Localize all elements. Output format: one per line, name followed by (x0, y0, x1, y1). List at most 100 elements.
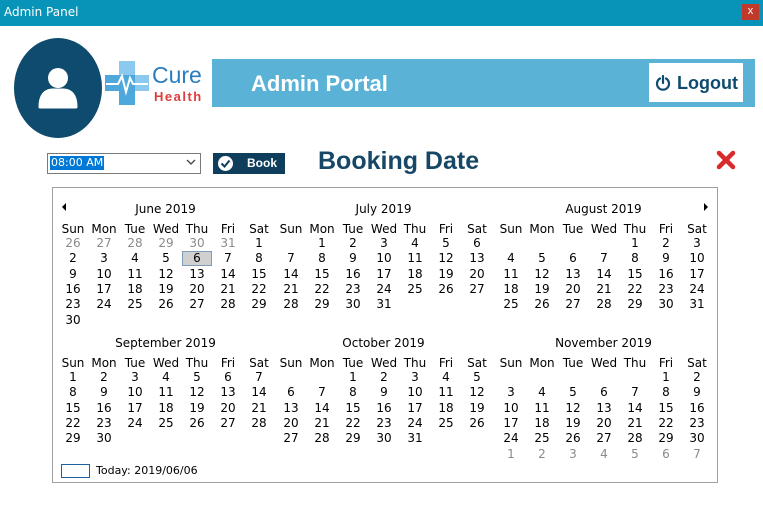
day-cell[interactable]: 1 (244, 236, 274, 251)
day-cell[interactable]: 8 (651, 385, 681, 400)
day-cell[interactable]: 2 (527, 447, 557, 462)
day-cell[interactable]: 22 (338, 416, 368, 431)
time-dropdown[interactable]: 08:00 AM (47, 153, 201, 174)
day-cell[interactable]: 6 (276, 385, 306, 400)
day-cell[interactable]: 27 (589, 431, 619, 446)
day-cell[interactable]: 10 (369, 251, 399, 266)
day-cell[interactable]: 9 (682, 385, 712, 400)
day-cell[interactable]: 21 (589, 282, 619, 297)
day-cell[interactable]: 18 (496, 282, 526, 297)
day-cell[interactable]: 4 (496, 251, 526, 266)
day-cell[interactable]: 3 (558, 447, 588, 462)
day-cell[interactable]: 20 (276, 416, 306, 431)
day-cell[interactable]: 7 (682, 447, 712, 462)
day-cell[interactable]: 19 (462, 401, 492, 416)
day-cell[interactable]: 9 (89, 385, 119, 400)
day-cell[interactable]: 30 (682, 431, 712, 446)
day-cell[interactable]: 6 (651, 447, 681, 462)
day-cell[interactable]: 27 (213, 416, 243, 431)
day-cell[interactable]: 7 (276, 251, 306, 266)
day-cell[interactable]: 25 (527, 431, 557, 446)
day-cell[interactable]: 4 (527, 385, 557, 400)
day-cell[interactable]: 17 (400, 401, 430, 416)
day-cell[interactable]: 4 (589, 447, 619, 462)
day-cell[interactable]: 20 (558, 282, 588, 297)
window-close-button[interactable]: x (742, 4, 759, 20)
day-cell[interactable]: 15 (651, 401, 681, 416)
day-cell[interactable]: 17 (496, 416, 526, 431)
day-cell[interactable]: 23 (682, 416, 712, 431)
day-cell[interactable]: 5 (558, 385, 588, 400)
day-cell[interactable]: 24 (682, 282, 712, 297)
day-cell[interactable]: 17 (369, 267, 399, 282)
day-cell[interactable]: 19 (558, 416, 588, 431)
day-cell[interactable]: 13 (462, 251, 492, 266)
day-cell[interactable]: 29 (620, 297, 650, 312)
day-cell[interactable]: 10 (400, 385, 430, 400)
day-cell[interactable]: 4 (400, 236, 430, 251)
day-cell[interactable]: 19 (527, 282, 557, 297)
day-cell[interactable]: 23 (58, 297, 88, 312)
day-cell[interactable]: 22 (58, 416, 88, 431)
day-cell[interactable]: 14 (307, 401, 337, 416)
day-cell[interactable]: 11 (151, 385, 181, 400)
day-cell[interactable]: 7 (244, 370, 274, 385)
day-cell[interactable]: 12 (558, 401, 588, 416)
day-cell[interactable]: 9 (338, 251, 368, 266)
day-cell[interactable]: 7 (213, 251, 243, 266)
day-cell[interactable]: 18 (400, 267, 430, 282)
day-cell[interactable]: 19 (182, 401, 212, 416)
day-cell[interactable]: 16 (58, 282, 88, 297)
day-cell[interactable]: 3 (400, 370, 430, 385)
day-cell[interactable]: 5 (431, 236, 461, 251)
day-cell[interactable]: 20 (182, 282, 212, 297)
day-cell[interactable]: 27 (276, 431, 306, 446)
day-cell[interactable]: 21 (244, 401, 274, 416)
day-cell[interactable]: 16 (369, 401, 399, 416)
day-cell[interactable]: 3 (120, 370, 150, 385)
day-cell[interactable]: 10 (682, 251, 712, 266)
day-cell[interactable]: 14 (589, 267, 619, 282)
day-cell[interactable]: 13 (589, 401, 619, 416)
day-cell[interactable]: 13 (213, 385, 243, 400)
day-cell[interactable]: 13 (182, 267, 212, 282)
day-cell[interactable]: 11 (120, 267, 150, 282)
day-cell[interactable]: 28 (589, 297, 619, 312)
day-cell[interactable]: 5 (462, 370, 492, 385)
day-cell[interactable]: 5 (151, 251, 181, 266)
day-cell[interactable]: 24 (89, 297, 119, 312)
day-cell[interactable]: 30 (369, 431, 399, 446)
day-cell[interactable]: 31 (400, 431, 430, 446)
day-cell[interactable]: 4 (120, 251, 150, 266)
day-cell[interactable]: 29 (651, 431, 681, 446)
day-cell[interactable]: 17 (682, 267, 712, 282)
day-cell[interactable]: 2 (89, 370, 119, 385)
day-cell[interactable]: 24 (496, 431, 526, 446)
day-cell[interactable]: 5 (182, 370, 212, 385)
day-cell[interactable]: 30 (89, 431, 119, 446)
day-cell[interactable]: 14 (276, 267, 306, 282)
day-cell[interactable]: 28 (276, 297, 306, 312)
month-calendar[interactable]: June 2019 Sun Mon Tue Wed Thu Fri Sat 26 27 28 29 30… (52, 187, 718, 483)
day-cell[interactable]: 26 (151, 297, 181, 312)
day-cell[interactable]: 12 (151, 267, 181, 282)
day-cell[interactable]: 8 (58, 385, 88, 400)
day-cell[interactable]: 26 (58, 236, 88, 251)
day-cell[interactable]: 13 (276, 401, 306, 416)
day-cell[interactable]: 3 (89, 251, 119, 266)
logout-button[interactable]: Logout (649, 63, 743, 102)
day-cell[interactable]: 1 (651, 370, 681, 385)
day-cell[interactable]: 2 (369, 370, 399, 385)
day-cell[interactable]: 16 (651, 267, 681, 282)
day-cell[interactable]: 27 (558, 297, 588, 312)
day-cell[interactable]: 15 (620, 267, 650, 282)
day-cell[interactable]: 14 (213, 267, 243, 282)
day-cell[interactable]: 24 (400, 416, 430, 431)
day-cell[interactable]: 22 (620, 282, 650, 297)
day-cell[interactable]: 26 (527, 297, 557, 312)
day-cell[interactable]: 8 (244, 251, 274, 266)
day-cell[interactable]: 23 (89, 416, 119, 431)
day-cell[interactable]: 3 (682, 236, 712, 251)
day-cell[interactable]: 8 (307, 251, 337, 266)
day-cell[interactable]: 31 (213, 236, 243, 251)
